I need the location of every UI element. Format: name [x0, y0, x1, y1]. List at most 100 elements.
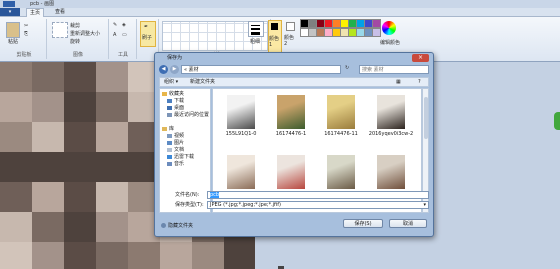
- nav-item[interactable]: 收藏夹: [162, 91, 184, 98]
- drag-handle-icon[interactable]: [554, 112, 560, 130]
- filename-field[interactable]: pcb: [207, 191, 429, 199]
- search-input[interactable]: 搜索 素材: [359, 65, 429, 74]
- nav-item-label: 图片: [174, 140, 185, 146]
- nav-item[interactable]: 迅雷下载: [167, 154, 194, 161]
- nav-item-label: 文档: [174, 147, 185, 153]
- folder-icon: [162, 91, 167, 96]
- tools-group-label: 工具: [117, 52, 128, 58]
- nav-item[interactable]: 桌面: [167, 105, 184, 112]
- size-icon[interactable]: [248, 21, 264, 37]
- forward-icon[interactable]: ▶: [170, 65, 179, 74]
- nav-item-label: 最近访问的位置: [174, 112, 210, 118]
- image-thumbnail: [327, 155, 355, 189]
- edit-colors-label[interactable]: 编辑颜色: [380, 39, 400, 46]
- crop-button[interactable]: 裁剪: [70, 22, 80, 29]
- filetype-select[interactable]: JPEG (*.jpg;*.jpeg;*.jpe;*.jfif) ▾: [207, 201, 429, 209]
- hide-folders-toggle[interactable]: 隐藏文件夹: [161, 223, 193, 230]
- color2-label: 颜色 2: [284, 35, 295, 47]
- nav-item-label: 音乐: [174, 161, 185, 167]
- refresh-icon[interactable]: ↻: [345, 65, 349, 71]
- paint-title-bar: pcb - 画图: [0, 0, 560, 8]
- folder-icon: [167, 105, 172, 110]
- nav-item[interactable]: 视频: [167, 133, 184, 140]
- image-group-label: 图像: [72, 52, 83, 58]
- resize-button[interactable]: 重新调整大小: [70, 30, 100, 37]
- pencil-icon[interactable]: ✎: [113, 22, 117, 28]
- image-group: 裁剪 重新调整大小 旋转 图像: [48, 19, 109, 59]
- dialog-toolbar: 组织 ▾ 新建文件夹 ▦ ?: [159, 77, 429, 87]
- close-button[interactable]: ×: [412, 54, 429, 62]
- chevron-down-icon: ▾: [423, 202, 426, 208]
- tab-view[interactable]: 查看: [52, 8, 68, 16]
- view-options-icon[interactable]: ▦: [396, 78, 401, 87]
- rotate-button[interactable]: 旋转: [70, 38, 80, 45]
- brush-button[interactable]: ✒ 刷子: [140, 21, 156, 47]
- select-icon[interactable]: [52, 22, 68, 38]
- nav-item[interactable]: 下载: [167, 98, 184, 105]
- nav-item-label: 桌面: [174, 105, 185, 111]
- folder-icon: [167, 161, 172, 166]
- help-icon[interactable]: ?: [418, 78, 421, 87]
- file-item[interactable]: 2016yqev0i3cw-2: [367, 91, 415, 143]
- organize-button[interactable]: 组织 ▾: [164, 78, 178, 87]
- text-icon[interactable]: A: [113, 32, 116, 38]
- chevron-up-icon: [161, 223, 166, 228]
- file-item[interactable]: 16174476-11: [317, 91, 365, 143]
- folder-icon: [167, 154, 172, 159]
- size-label[interactable]: 粗细: [250, 38, 260, 45]
- file-item[interactable]: 155L91Q1-0: [217, 91, 265, 143]
- tab-home[interactable]: 主页: [26, 8, 45, 17]
- palette-swatch[interactable]: [372, 28, 381, 37]
- file-name: 16174476-1: [275, 131, 307, 137]
- image-thumbnail: [227, 95, 255, 129]
- nav-item-label: 迅雷下载: [174, 154, 195, 160]
- folder-icon: [167, 147, 172, 152]
- back-icon[interactable]: ◀: [159, 65, 168, 74]
- nav-item[interactable]: 库: [162, 126, 174, 133]
- nav-item[interactable]: 图片: [167, 140, 184, 147]
- file-item[interactable]: 16174476-1: [267, 91, 315, 143]
- save-button[interactable]: 保存(S): [343, 219, 383, 228]
- file-name: 155L91Q1-0: [225, 131, 257, 137]
- edit-colors-icon[interactable]: [382, 21, 396, 35]
- palette-swatch[interactable]: [372, 19, 381, 28]
- quick-access-icon[interactable]: [3, 1, 15, 7]
- image-thumbnail: [227, 155, 255, 189]
- nav-item-label: 视频: [174, 133, 185, 139]
- new-folder-button[interactable]: 新建文件夹: [190, 78, 215, 87]
- address-bar: ◀ ▶ « 素材 ↻ 搜索 素材: [159, 65, 429, 75]
- filename-label: 文件名(N):: [175, 192, 200, 198]
- nav-item[interactable]: 音乐: [167, 161, 184, 168]
- file-menu-button[interactable]: ▾: [0, 8, 20, 16]
- copy-icon[interactable]: ⎘: [24, 31, 28, 37]
- paste-icon[interactable]: [6, 22, 20, 38]
- dialog-title: 保存为: [167, 55, 183, 61]
- file-name: 16174476-11: [324, 131, 358, 137]
- cut-icon[interactable]: ✂: [24, 23, 28, 29]
- folder-icon: [167, 98, 172, 103]
- cancel-button[interactable]: 取消: [389, 219, 427, 228]
- image-thumbnail: [327, 95, 355, 129]
- folder-icon: [162, 126, 167, 131]
- save-as-dialog: 保存为 × ◀ ▶ « 素材 ↻ 搜索 素材 组织 ▾ 新建文件夹 ▦ ? 收藏…: [154, 52, 434, 237]
- eraser-icon[interactable]: ▭: [122, 32, 127, 38]
- clipboard-group-label: 剪贴板: [16, 52, 32, 58]
- address-path[interactable]: « 素材: [181, 65, 341, 74]
- color1-label: 颜色 1: [269, 36, 280, 48]
- dialog-title-bar: 保存为 ×: [155, 53, 433, 63]
- nav-item[interactable]: 文档: [167, 147, 184, 154]
- image-thumbnail: [377, 95, 405, 129]
- ribbon-tabs: ▾ 主页 查看: [0, 8, 560, 17]
- brush-icon: ✒: [144, 24, 149, 30]
- paste-label[interactable]: 粘贴: [8, 38, 18, 45]
- image-thumbnail: [377, 155, 405, 189]
- file-name: 2016yqev0i3cw-2: [368, 131, 414, 137]
- nav-item[interactable]: 最近访问的位置: [167, 112, 209, 119]
- tools-group: ✎ ◈ A ▭ 工具: [110, 19, 137, 59]
- nav-item-label: 收藏夹: [169, 91, 185, 97]
- color2-button[interactable]: 颜色 2: [284, 20, 296, 56]
- fill-icon[interactable]: ◈: [122, 22, 126, 28]
- image-thumbnail: [277, 95, 305, 129]
- brush-label: 刷子: [142, 35, 153, 41]
- image-thumbnail: [277, 155, 305, 189]
